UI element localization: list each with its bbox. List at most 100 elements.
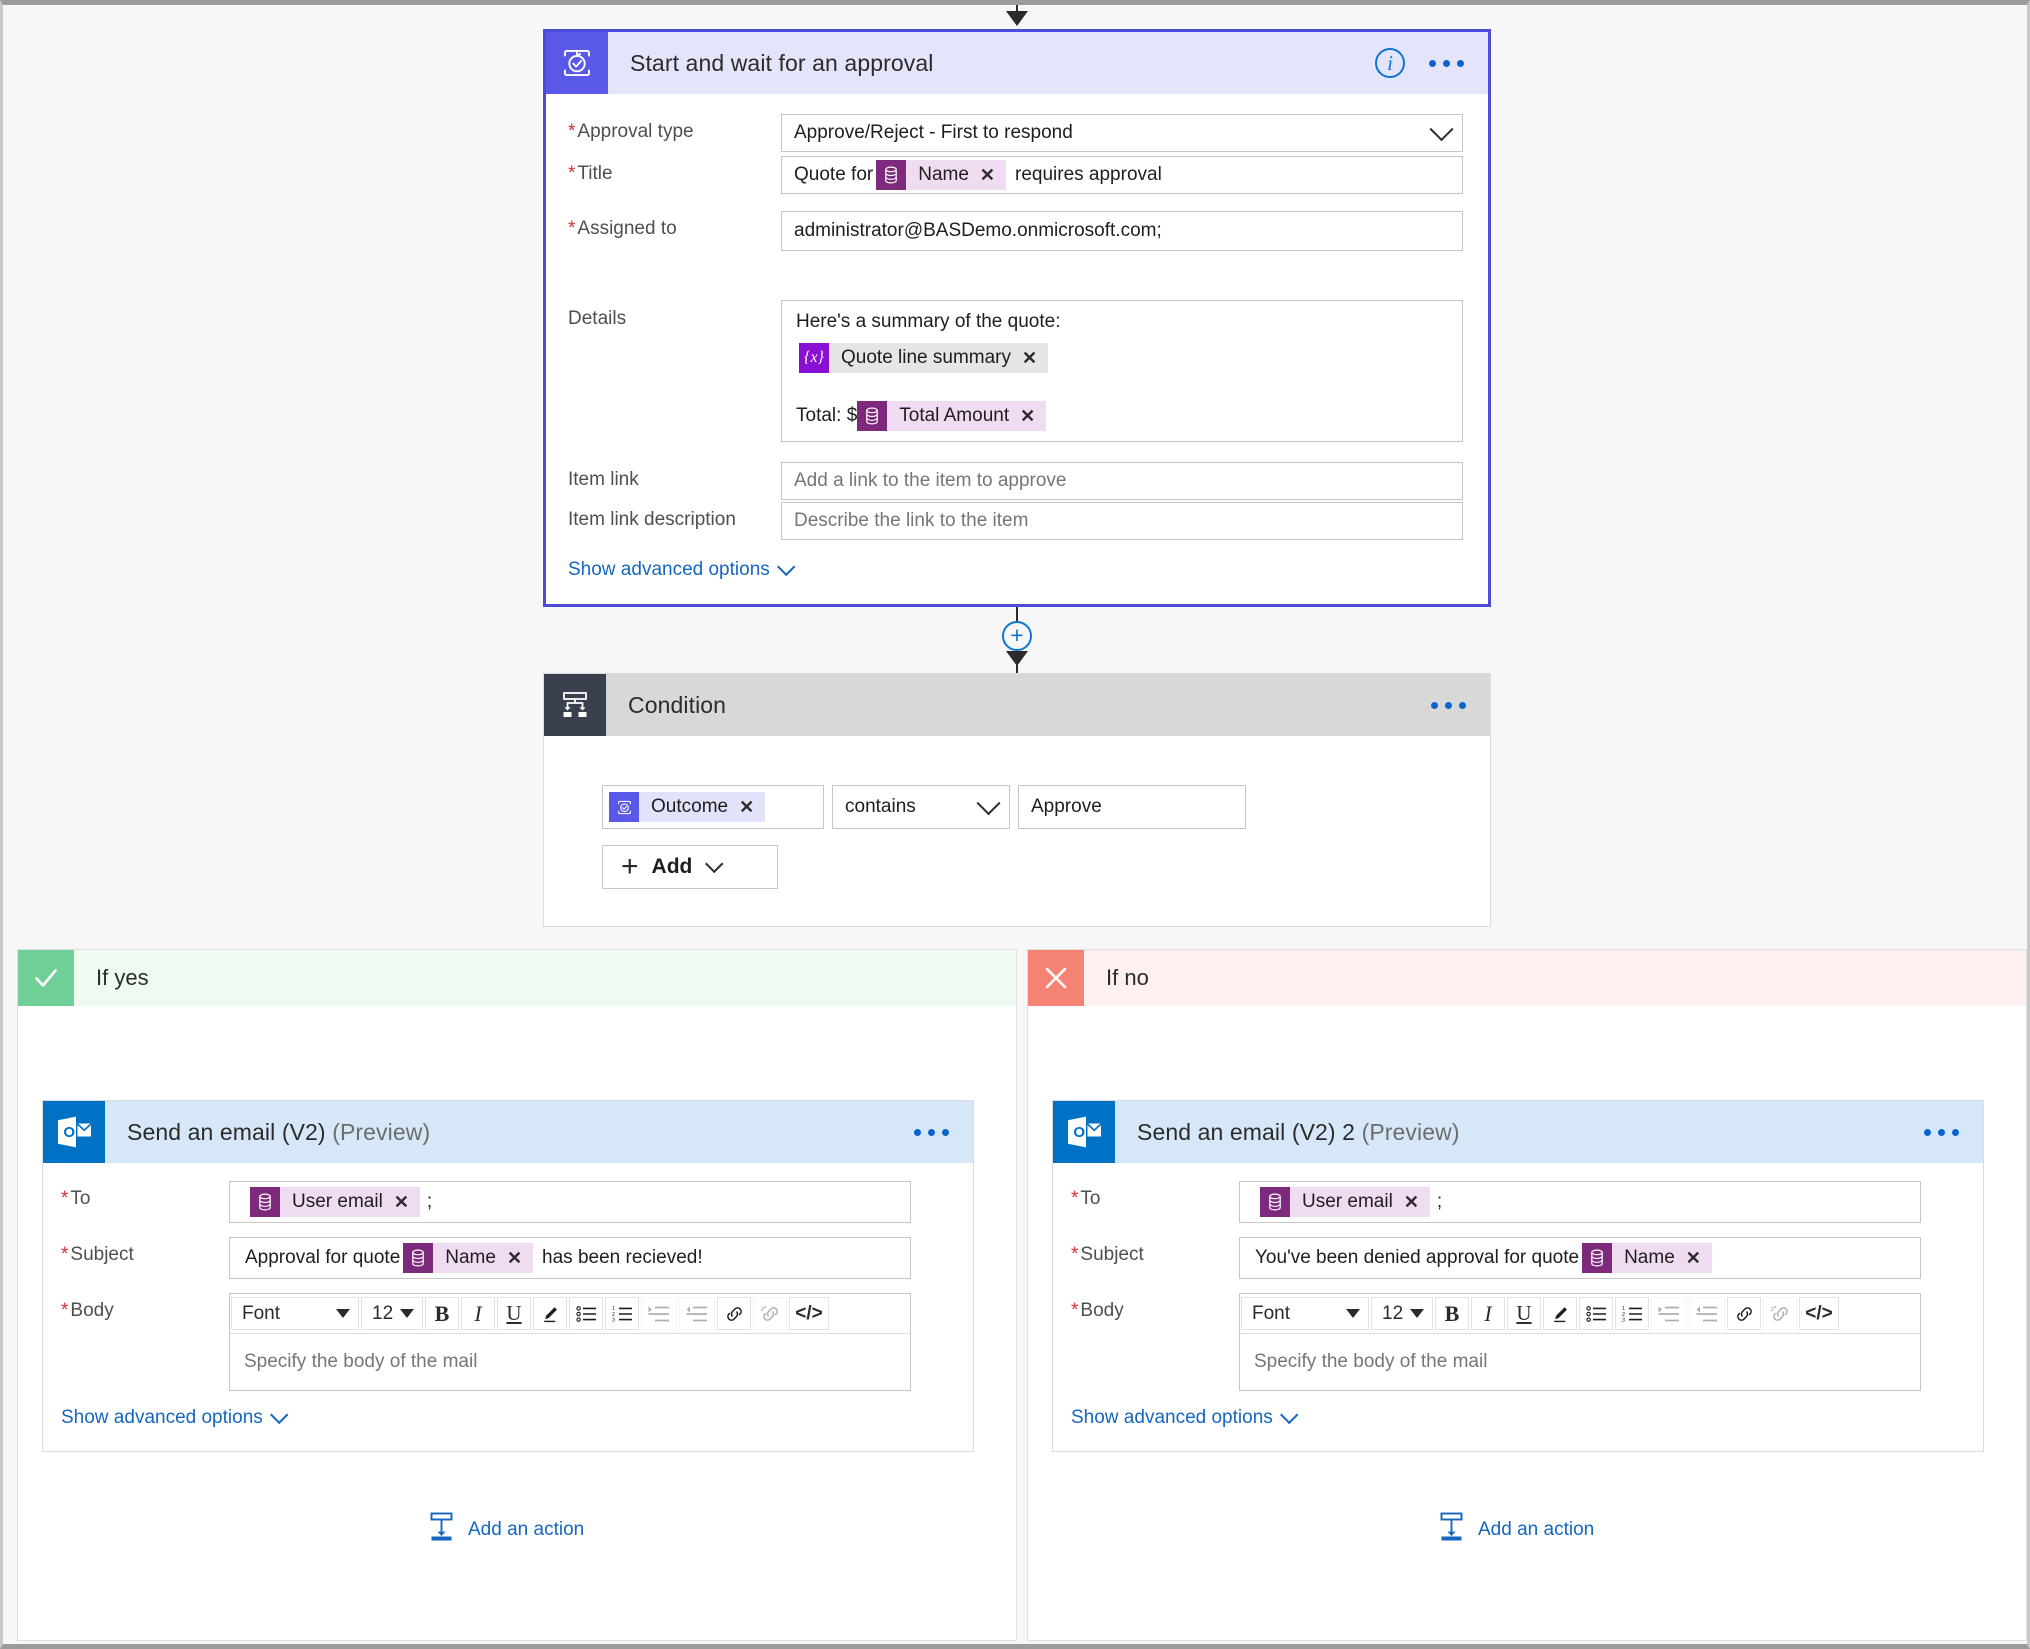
outdent-icon[interactable]: [1689, 1297, 1725, 1330]
font-family-select[interactable]: Font: [231, 1297, 359, 1330]
email-yes-subject-input[interactable]: Approval for quote Name ✕ has been recie…: [229, 1237, 911, 1279]
italic-icon[interactable]: I: [461, 1297, 495, 1330]
email-no-show-advanced-options[interactable]: Show advanced options: [1071, 1405, 1299, 1429]
token-user-email[interactable]: User email ✕: [1260, 1187, 1430, 1217]
caret-down-icon: [400, 1309, 414, 1318]
token-outcome[interactable]: Outcome ✕: [609, 792, 766, 822]
indent-icon[interactable]: [641, 1297, 677, 1330]
numbered-list-icon[interactable]: 123: [1615, 1297, 1649, 1330]
italic-icon[interactable]: I: [1471, 1297, 1505, 1330]
send-email-card-no[interactable]: O Send an email (V2) 2 (Preview) * To Us…: [1052, 1100, 1984, 1452]
approval-title-row: * Title Quote for Name ✕ requires approva…: [546, 156, 1488, 194]
email-yes-show-advanced-options[interactable]: Show advanced options: [61, 1405, 289, 1429]
unlink-icon[interactable]: [753, 1297, 787, 1330]
token-quote-line-summary[interactable]: {x} Quote line summary ✕: [799, 343, 1049, 373]
token-remove-icon[interactable]: ✕: [1020, 406, 1046, 427]
indent-icon[interactable]: [1651, 1297, 1687, 1330]
text-color-icon[interactable]: [1543, 1297, 1577, 1330]
token-label: Name: [1624, 1247, 1675, 1268]
font-size-select[interactable]: 12: [1371, 1297, 1433, 1330]
condition-header-actions: [1431, 701, 1490, 709]
approval-show-advanced-options[interactable]: Show advanced options: [568, 557, 796, 581]
email-yes-body-editor[interactable]: Font 12 B I U 1 2 3 </> Specify the body…: [229, 1293, 911, 1391]
condition-card[interactable]: Condition Outcome ✕ contains Approve + A…: [543, 673, 1491, 927]
email-no-to-input[interactable]: User email ✕ ;: [1239, 1181, 1921, 1223]
caret-down-icon: [336, 1309, 350, 1318]
token-name[interactable]: Name ✕: [1582, 1243, 1712, 1273]
token-label: Total Amount: [899, 405, 1010, 426]
add-an-action-yes[interactable]: Add an action: [428, 1512, 584, 1547]
database-icon: [250, 1187, 280, 1217]
send-email-no-header[interactable]: O Send an email (V2) 2 (Preview): [1053, 1101, 1983, 1163]
email-yes-to-input[interactable]: User email ✕ ;: [229, 1181, 911, 1223]
send-email-yes-header[interactable]: O Send an email (V2) (Preview): [43, 1101, 973, 1163]
outdent-icon[interactable]: [679, 1297, 715, 1330]
email-yes-subject-prefix: Approval for quote: [245, 1247, 401, 1268]
token-remove-icon[interactable]: ✕: [1686, 1248, 1712, 1269]
approval-more-menu[interactable]: [1429, 59, 1464, 67]
rte-toolbar[interactable]: Font 12 B I U 1 2 3 </>: [230, 1294, 910, 1334]
token-user-email[interactable]: User email ✕: [250, 1187, 420, 1217]
condition-value-input[interactable]: Approve: [1018, 785, 1246, 829]
email-no-body-editor[interactable]: Font 12 B I U 1 2 3 </> Specify the body…: [1239, 1293, 1921, 1391]
text-color-icon[interactable]: [533, 1297, 567, 1330]
details-editor[interactable]: Here's a summary of the quote: {x} Quote…: [781, 300, 1463, 442]
svg-text:3: 3: [1622, 1317, 1625, 1323]
check-icon: [18, 950, 74, 1006]
item-link-description-row: Item link description Describe the link …: [546, 502, 1488, 540]
chevron-down-icon: [976, 790, 1001, 815]
numbered-list-icon[interactable]: 123: [605, 1297, 639, 1330]
condition-add-button[interactable]: + Add: [602, 845, 778, 889]
token-remove-icon[interactable]: ✕: [980, 165, 1006, 186]
bold-icon[interactable]: B: [1435, 1297, 1469, 1330]
details-line-1: Here's a summary of the quote:: [796, 311, 1061, 332]
bold-icon[interactable]: B: [425, 1297, 459, 1330]
details-label: Details: [568, 308, 627, 329]
code-view-icon[interactable]: </>: [789, 1297, 829, 1330]
email-yes-body-placeholder[interactable]: Specify the body of the mail: [230, 1334, 910, 1390]
font-family-select[interactable]: Font: [1241, 1297, 1369, 1330]
underline-icon[interactable]: U: [1507, 1297, 1541, 1330]
approval-type-select[interactable]: Approve/Reject - First to respond: [781, 114, 1463, 152]
link-icon[interactable]: [1727, 1297, 1761, 1330]
email-no-subject-input[interactable]: You've been denied approval for quote Na…: [1239, 1237, 1921, 1279]
token-remove-icon[interactable]: ✕: [507, 1248, 533, 1269]
token-name[interactable]: Name ✕: [403, 1243, 534, 1273]
email-no-body-placeholder[interactable]: Specify the body of the mail: [1240, 1334, 1920, 1390]
underline-icon[interactable]: U: [497, 1297, 531, 1330]
token-remove-icon[interactable]: ✕: [1404, 1192, 1430, 1213]
condition-operator-select[interactable]: contains: [832, 785, 1010, 829]
bulleted-list-icon[interactable]: [569, 1297, 603, 1330]
approval-advanced-label: Show advanced options: [568, 559, 770, 580]
assigned-to-input[interactable]: administrator@BASDemo.onmicrosoft.com;: [781, 211, 1463, 251]
token-remove-icon[interactable]: ✕: [1022, 348, 1048, 369]
link-icon[interactable]: [717, 1297, 751, 1330]
condition-card-header[interactable]: Condition: [544, 674, 1490, 736]
item-link-input[interactable]: Add a link to the item to approve: [781, 462, 1463, 500]
outlook-icon: O: [1053, 1101, 1115, 1163]
token-remove-icon[interactable]: ✕: [394, 1192, 420, 1213]
token-total-amount[interactable]: Total Amount ✕: [857, 401, 1047, 431]
condition-card-title: Condition: [628, 691, 727, 718]
add-an-action-no[interactable]: Add an action: [1438, 1512, 1594, 1547]
approval-card[interactable]: Start and wait for an approval i * Approv…: [543, 29, 1491, 607]
send-email-yes-more-menu[interactable]: [914, 1128, 949, 1136]
condition-more-menu[interactable]: [1431, 701, 1466, 709]
required-marker: *: [1071, 1188, 1079, 1209]
code-view-icon[interactable]: </>: [1799, 1297, 1839, 1330]
token-remove-icon[interactable]: ✕: [739, 797, 765, 818]
info-icon[interactable]: i: [1375, 48, 1405, 78]
send-email-no-title: Send an email (V2) 2 (Preview): [1137, 1118, 1460, 1145]
approval-title-input[interactable]: Quote for Name ✕ requires approval: [781, 156, 1463, 194]
send-email-no-more-menu[interactable]: [1924, 1128, 1959, 1136]
rte-toolbar[interactable]: Font 12 B I U 1 2 3 </>: [1240, 1294, 1920, 1334]
font-size-select[interactable]: 12: [361, 1297, 423, 1330]
bulleted-list-icon[interactable]: [1579, 1297, 1613, 1330]
unlink-icon[interactable]: [1763, 1297, 1797, 1330]
item-link-description-input[interactable]: Describe the link to the item: [781, 502, 1463, 540]
condition-operand-field[interactable]: Outcome ✕: [602, 785, 824, 829]
approval-card-header[interactable]: Start and wait for an approval i: [546, 32, 1488, 94]
send-email-card-yes[interactable]: O Send an email (V2) (Preview) * To User…: [42, 1100, 974, 1452]
insert-step-button[interactable]: +: [1002, 621, 1032, 651]
token-name[interactable]: Name ✕: [876, 160, 1006, 190]
